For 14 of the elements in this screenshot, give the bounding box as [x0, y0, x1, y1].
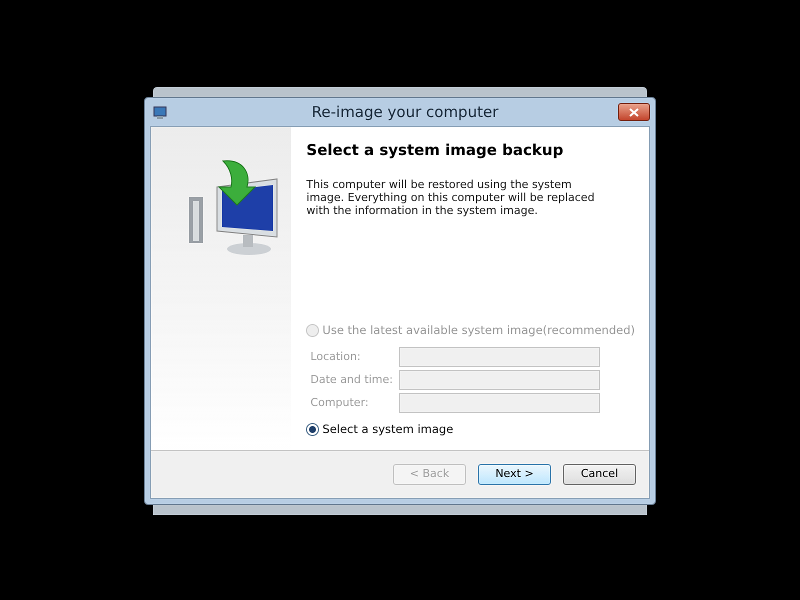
radio-label: Use the latest available system image(recommended) [322, 322, 635, 338]
window-title: Re-image your computer [310, 102, 498, 123]
dialog-button[interactable]: Cancel [563, 464, 636, 485]
dialog-button[interactable]: Next > [478, 464, 551, 485]
computer-icon [152, 104, 168, 120]
radio-button[interactable] [306, 422, 320, 436]
field-label: Computer: [309, 394, 370, 410]
radio-label: Select a system image [322, 420, 454, 438]
field-label: Date and time: [309, 372, 394, 388]
close-icon [629, 108, 639, 116]
page-heading: Select a system image backup [306, 140, 564, 161]
close-button[interactable] [618, 103, 650, 121]
description-text: This computer will be restored using the system image. Everything on this computer will be replaced with the information in the system image. [306, 178, 596, 216]
field-label: Location: [309, 348, 362, 364]
